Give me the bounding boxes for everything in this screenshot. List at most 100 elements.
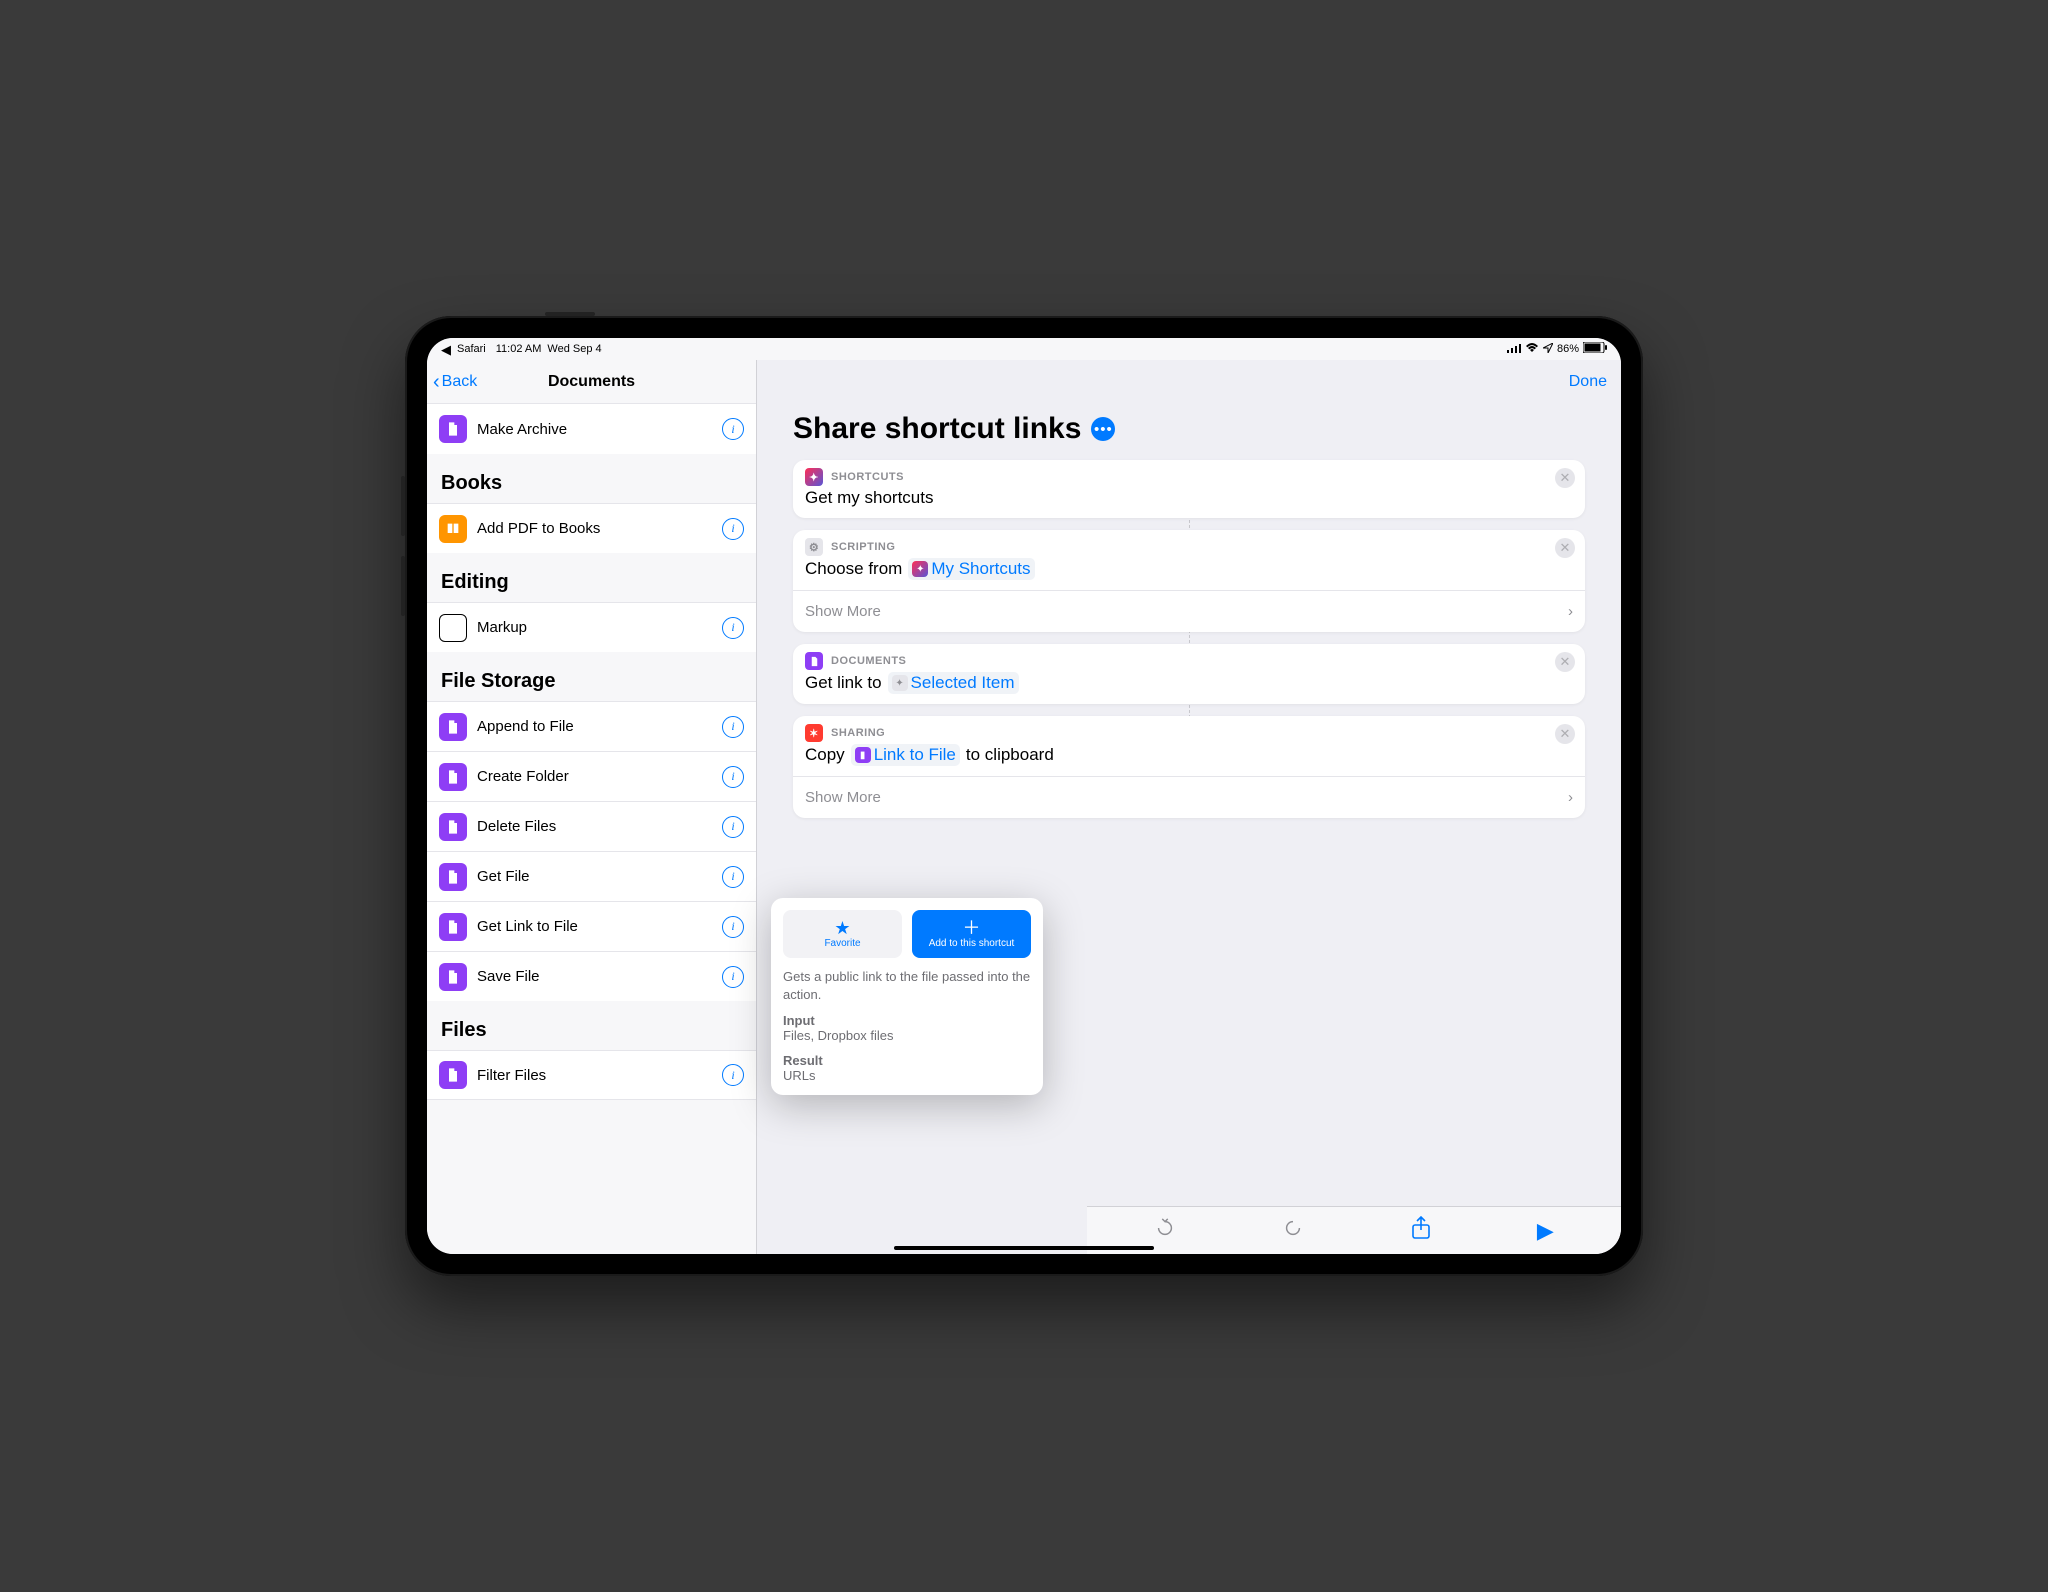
shortcuts-icon: ✦ <box>912 561 928 577</box>
info-icon[interactable]: i <box>722 866 744 888</box>
ipad-device-frame: ◀ Safari 11:02 AM Wed Sep 4 86% <box>405 316 1643 1276</box>
scripting-icon: ⚙ <box>805 538 823 556</box>
chevron-left-icon: ‹ <box>433 372 440 392</box>
action-app-label: SHORTCUTS <box>831 471 904 483</box>
sidebar-item[interactable]: Append to File i <box>427 701 756 751</box>
sidebar-item-label: Delete Files <box>477 818 712 835</box>
done-button[interactable]: Done <box>1569 373 1607 391</box>
more-icon[interactable]: ••• <box>1091 417 1115 441</box>
favorite-label: Favorite <box>824 938 860 949</box>
delete-action-icon[interactable]: ✕ <box>1555 468 1575 488</box>
doc-icon <box>439 1061 467 1089</box>
doc-icon <box>439 763 467 791</box>
popover-result-label: Result <box>783 1053 1031 1068</box>
editor-content: Done Share shortcut links ••• ✕ ✦ SHORTCU… <box>757 360 1621 1254</box>
sidebar-item-label: Make Archive <box>477 421 712 438</box>
sidebar-item[interactable]: Add PDF to Books i <box>427 503 756 553</box>
battery-pct: 86% <box>1557 343 1579 355</box>
show-more-button[interactable]: Show More› <box>793 776 1585 818</box>
status-time: 11:02 AM <box>496 343 542 355</box>
action-text: Copy <box>805 745 845 765</box>
doc-icon <box>439 913 467 941</box>
info-icon[interactable]: i <box>722 418 744 440</box>
token-label: Selected Item <box>911 673 1015 693</box>
scripting-icon: ✦ <box>892 675 908 691</box>
redo-icon[interactable] <box>1282 1217 1304 1245</box>
sidebar-item[interactable]: Delete Files i <box>427 801 756 851</box>
show-more-button[interactable]: Show More› <box>793 590 1585 632</box>
section-header: Editing <box>427 553 756 602</box>
action-text: Get my shortcuts <box>805 488 933 508</box>
info-icon[interactable]: i <box>722 518 744 540</box>
info-icon[interactable]: i <box>722 617 744 639</box>
sidebar-back-button[interactable]: ‹ Back <box>427 372 483 392</box>
popover-result-value: URLs <box>783 1068 1031 1083</box>
back-to-app-label[interactable]: Safari <box>457 343 486 355</box>
action-info-popover: ★ Favorite ＋ Add to this shortcut Gets a… <box>771 898 1043 1095</box>
action-text: Choose from <box>805 559 902 579</box>
section-header: File Storage <box>427 652 756 701</box>
sidebar-item-label: Get Link to File <box>477 918 712 935</box>
status-date: Wed Sep 4 <box>547 343 601 355</box>
action-card[interactable]: ✕ DOCUMENTS Get link to ✦Selected Item <box>793 644 1585 704</box>
action-token[interactable]: ✦My Shortcuts <box>908 558 1034 580</box>
sidebar-back-label: Back <box>442 373 478 391</box>
share-icon[interactable] <box>1411 1216 1431 1246</box>
plus-icon: ＋ <box>963 919 981 937</box>
sidebar-item-label: Save File <box>477 968 712 985</box>
shortcuts-icon: ✦ <box>805 468 823 486</box>
action-token[interactable]: ✦Selected Item <box>888 672 1019 694</box>
sidebar-item[interactable]: Filter Files i <box>427 1050 756 1100</box>
sidebar-item-label: Filter Files <box>477 1067 712 1084</box>
actions-sidebar: ‹ Back Documents Make Archive i Books Ad… <box>427 360 757 1254</box>
book-icon <box>439 515 467 543</box>
action-card[interactable]: ✕ ✦ SHORTCUTS Get my shortcuts <box>793 460 1585 518</box>
sidebar-item[interactable]: Get Link to File i <box>427 901 756 951</box>
info-icon[interactable]: i <box>722 716 744 738</box>
sidebar-item-label: Markup <box>477 619 712 636</box>
shortcut-title[interactable]: Share shortcut links <box>793 412 1081 446</box>
delete-action-icon[interactable]: ✕ <box>1555 538 1575 558</box>
sidebar-item-label: Append to File <box>477 718 712 735</box>
star-icon: ★ <box>834 919 850 937</box>
play-icon[interactable]: ▶ <box>1537 1218 1554 1244</box>
action-token[interactable]: ▮Link to File <box>851 744 960 766</box>
doc-icon <box>439 963 467 991</box>
sidebar-item-label: Add PDF to Books <box>477 520 712 537</box>
delete-action-icon[interactable]: ✕ <box>1555 724 1575 744</box>
add-to-shortcut-button[interactable]: ＋ Add to this shortcut <box>912 910 1031 958</box>
sidebar-item[interactable]: Save File i <box>427 951 756 1001</box>
sidebar-item[interactable]: Make Archive i <box>427 404 756 454</box>
doc-icon <box>439 813 467 841</box>
undo-icon[interactable] <box>1154 1217 1176 1245</box>
sidebar-item[interactable]: A Markup i <box>427 602 756 652</box>
action-app-label: SCRIPTING <box>831 541 895 553</box>
action-text: to clipboard <box>966 745 1054 765</box>
wifi-icon <box>1525 343 1539 356</box>
show-more-label: Show More <box>805 789 881 806</box>
doc-icon <box>439 863 467 891</box>
back-to-app-icon[interactable]: ◀ <box>441 343 451 356</box>
home-indicator[interactable] <box>894 1246 1154 1250</box>
doc-icon: ▮ <box>855 747 871 763</box>
action-card[interactable]: ✕ ✶SHARING Copy ▮Link to File to clipboa… <box>793 716 1585 818</box>
status-bar: ◀ Safari 11:02 AM Wed Sep 4 86% <box>427 338 1621 360</box>
sidebar-item[interactable]: Create Folder i <box>427 751 756 801</box>
delete-action-icon[interactable]: ✕ <box>1555 652 1575 672</box>
info-icon[interactable]: i <box>722 766 744 788</box>
action-app-label: DOCUMENTS <box>831 655 906 667</box>
info-icon[interactable]: i <box>722 916 744 938</box>
favorite-button[interactable]: ★ Favorite <box>783 910 902 958</box>
popover-input-value: Files, Dropbox files <box>783 1028 1031 1043</box>
action-card[interactable]: ✕ ⚙ SCRIPTING Choose from ✦My Shortcuts S… <box>793 530 1585 632</box>
token-label: My Shortcuts <box>931 559 1030 579</box>
location-icon <box>1543 343 1553 356</box>
info-icon[interactable]: i <box>722 816 744 838</box>
sidebar-item-label: Create Folder <box>477 768 712 785</box>
info-icon[interactable]: i <box>722 1064 744 1086</box>
info-icon[interactable]: i <box>722 966 744 988</box>
show-more-label: Show More <box>805 603 881 620</box>
popover-input-label: Input <box>783 1013 1031 1028</box>
sidebar-item[interactable]: Get File i <box>427 851 756 901</box>
editor-toolbar: ▶ <box>1087 1206 1621 1254</box>
